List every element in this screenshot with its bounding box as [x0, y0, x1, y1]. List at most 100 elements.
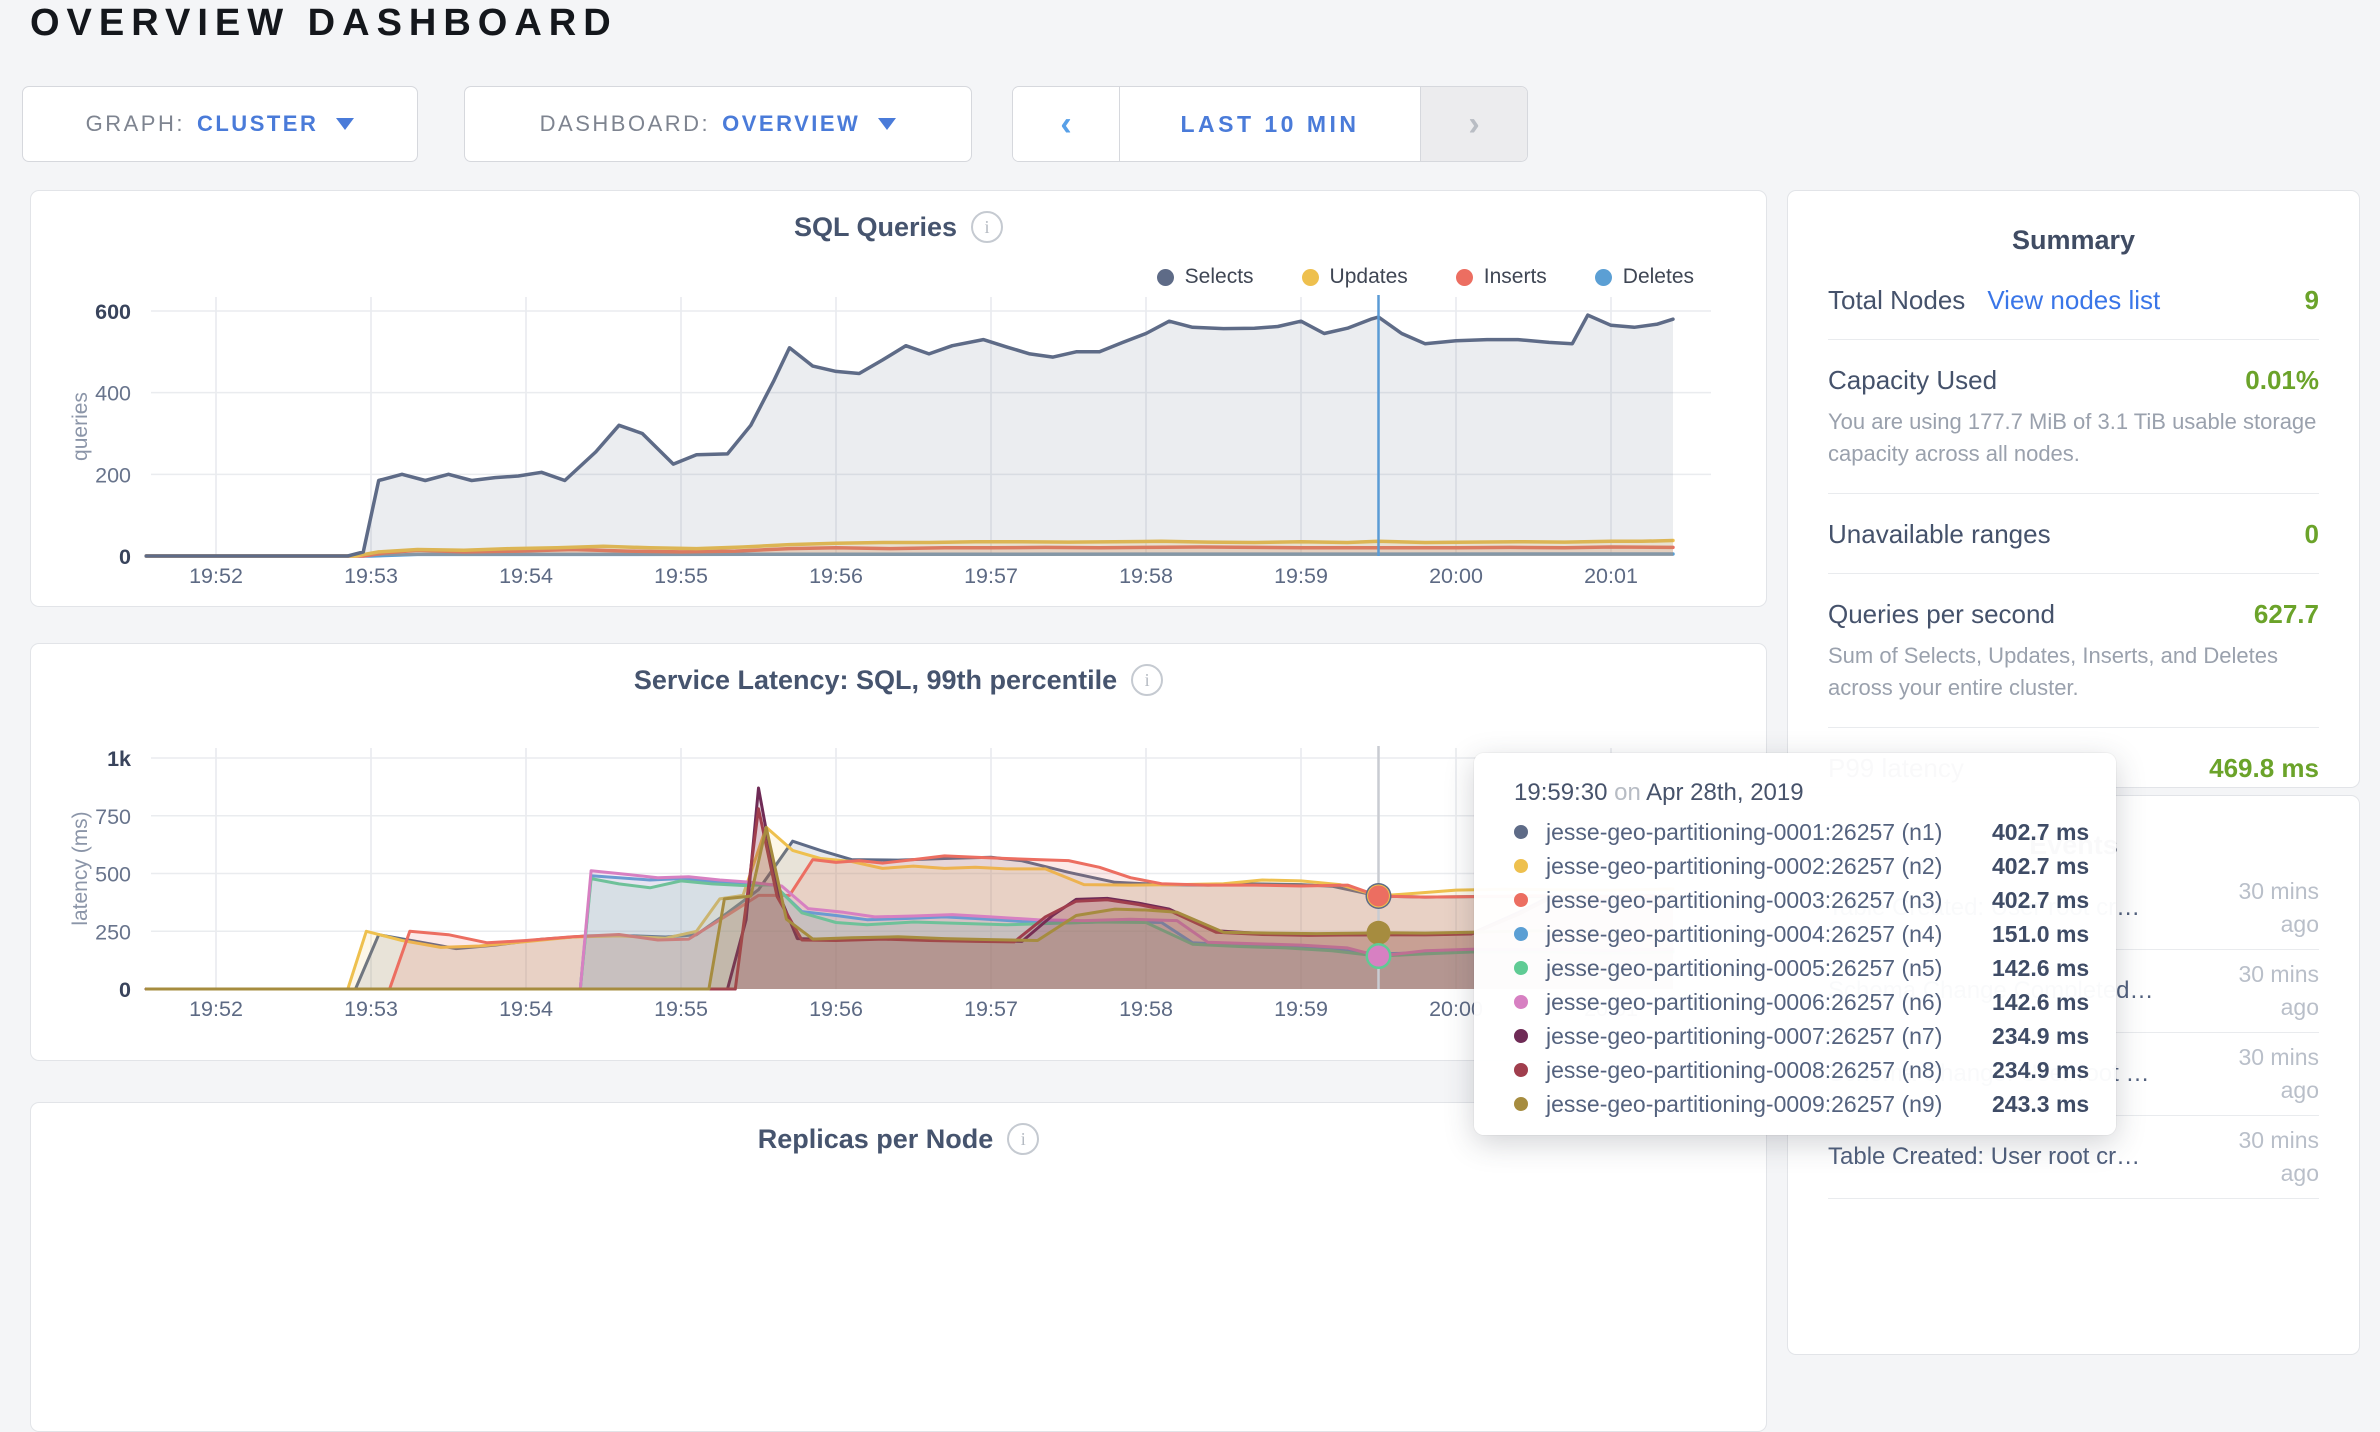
svg-text:19:58: 19:58	[1119, 564, 1173, 588]
svg-text:500: 500	[95, 863, 131, 887]
series-dot-icon	[1514, 825, 1528, 839]
summary-title: Summary	[1788, 225, 2359, 256]
svg-text:600: 600	[95, 300, 131, 324]
svg-text:19:57: 19:57	[964, 564, 1018, 588]
tooltip-row: jesse-geo-partitioning-0003:26257 (n3)40…	[1514, 883, 2116, 917]
svg-text:latency (ms): latency (ms)	[69, 811, 92, 925]
info-icon[interactable]: i	[971, 211, 1003, 243]
summary-value: 469.8 ms	[2209, 753, 2319, 784]
sql-queries-panel: 19:5219:5319:5419:5519:5619:5719:5819:59…	[30, 190, 1767, 607]
svg-text:19:59: 19:59	[1274, 564, 1328, 588]
tooltip-node-name: jesse-geo-partitioning-0003:26257 (n3)	[1546, 887, 1992, 914]
tooltip-latency-value: 234.9 ms	[1992, 1023, 2089, 1050]
tooltip-node-name: jesse-geo-partitioning-0005:26257 (n5)	[1546, 955, 1992, 982]
svg-text:19:55: 19:55	[654, 997, 708, 1021]
tooltip-latency-value: 234.9 ms	[1992, 1057, 2089, 1084]
tooltip-latency-value: 142.6 ms	[1992, 989, 2089, 1016]
page-title: OVERVIEW DASHBOARD	[30, 2, 618, 45]
summary-label: Unavailable ranges	[1828, 519, 2051, 550]
svg-text:19:54: 19:54	[499, 564, 553, 588]
summary-value: 0.01%	[2245, 365, 2319, 396]
tooltip-latency-value: 402.7 ms	[1992, 887, 2089, 914]
tooltip-node-name: jesse-geo-partitioning-0002:26257 (n2)	[1546, 853, 1992, 880]
series-dot-icon	[1514, 1097, 1528, 1111]
svg-text:19:58: 19:58	[1119, 997, 1173, 1021]
summary-desc: Sum of Selects, Updates, Inserts, and De…	[1828, 640, 2319, 704]
event-timestamp: 30 mins ago	[2203, 1124, 2319, 1190]
legend-item-updates[interactable]: Updates	[1302, 265, 1408, 289]
series-dot-icon	[1514, 893, 1528, 907]
svg-text:19:54: 19:54	[499, 997, 553, 1021]
replicas-per-node-title: Replicas per Node	[758, 1124, 994, 1155]
replicas-per-node-panel: Replicas per Node i	[30, 1102, 1767, 1432]
chevron-left-icon: ‹	[1060, 107, 1071, 141]
legend-label: Deletes	[1623, 265, 1694, 289]
summary-value: 0	[2305, 519, 2319, 550]
series-dot-icon	[1514, 859, 1528, 873]
event-text: Table Created: User root cr…	[1828, 1143, 2203, 1171]
graph-dropdown-label: GRAPH:	[86, 111, 185, 137]
tooltip-row: jesse-geo-partitioning-0009:26257 (n9)24…	[1514, 1087, 2116, 1121]
summary-row-total-nodes: Total Nodes View nodes list 9	[1828, 260, 2319, 340]
tooltip-node-name: jesse-geo-partitioning-0009:26257 (n9)	[1546, 1091, 1992, 1118]
sql-queries-title: SQL Queries	[794, 212, 957, 243]
legend-item-deletes[interactable]: Deletes	[1595, 265, 1694, 289]
tooltip-row: jesse-geo-partitioning-0005:26257 (n5)14…	[1514, 951, 2116, 985]
view-nodes-list-link[interactable]: View nodes list	[1987, 285, 2160, 316]
tooltip-row: jesse-geo-partitioning-0001:26257 (n1)40…	[1514, 815, 2116, 849]
tooltip-latency-value: 243.3 ms	[1992, 1091, 2089, 1118]
time-next-button[interactable]: ›	[1421, 87, 1527, 161]
time-range-selector: ‹ LAST 10 MIN ›	[1012, 86, 1528, 162]
graph-dropdown[interactable]: GRAPH: CLUSTER	[22, 86, 418, 162]
tooltip-latency-value: 402.7 ms	[1992, 819, 2089, 846]
summary-row-unavailable-ranges: Unavailable ranges 0	[1828, 494, 2319, 574]
svg-text:200: 200	[95, 463, 131, 487]
tooltip-time: 19:59:30	[1514, 779, 1607, 806]
chevron-down-icon	[878, 118, 896, 130]
svg-text:19:52: 19:52	[189, 997, 243, 1021]
time-range-label[interactable]: LAST 10 MIN	[1119, 87, 1421, 161]
event-timestamp: 30 mins ago	[2203, 1041, 2319, 1107]
legend-item-inserts[interactable]: Inserts	[1456, 265, 1547, 289]
tooltip-node-name: jesse-geo-partitioning-0008:26257 (n8)	[1546, 1057, 1992, 1084]
summary-panel: Summary Total Nodes View nodes list 9 Ca…	[1787, 190, 2360, 788]
updates-dot-icon	[1302, 269, 1319, 286]
legend-label: Selects	[1185, 265, 1254, 289]
svg-text:0: 0	[119, 545, 131, 569]
svg-text:19:56: 19:56	[809, 997, 863, 1021]
info-icon[interactable]: i	[1007, 1123, 1039, 1155]
legend-label: Updates	[1330, 265, 1408, 289]
svg-text:750: 750	[95, 805, 131, 829]
legend-item-selects[interactable]: Selects	[1157, 265, 1254, 289]
series-dot-icon	[1514, 1063, 1528, 1077]
event-timestamp: 30 mins ago	[2203, 958, 2319, 1024]
series-dot-icon	[1514, 961, 1528, 975]
summary-value: 9	[2305, 285, 2319, 316]
svg-text:19:59: 19:59	[1274, 997, 1328, 1021]
summary-desc: You are using 177.7 MiB of 3.1 TiB usabl…	[1828, 406, 2319, 470]
chevron-right-icon: ›	[1468, 107, 1479, 141]
deletes-dot-icon	[1595, 269, 1612, 286]
event-timestamp: 30 mins ago	[2203, 875, 2319, 941]
tooltip-node-name: jesse-geo-partitioning-0007:26257 (n7)	[1546, 1023, 1992, 1050]
summary-row-queries-per-second: Queries per second 627.7 Sum of Selects,…	[1828, 574, 2319, 728]
summary-value: 627.7	[2254, 599, 2319, 630]
tooltip-node-name: jesse-geo-partitioning-0004:26257 (n4)	[1546, 921, 1992, 948]
sql-queries-chart[interactable]: 19:5219:5319:5419:5519:5619:5719:5819:59…	[31, 191, 1766, 606]
dashboard-dropdown-value: OVERVIEW	[722, 111, 860, 137]
svg-text:19:55: 19:55	[654, 564, 708, 588]
tooltip-node-name: jesse-geo-partitioning-0001:26257 (n1)	[1546, 819, 1992, 846]
tooltip-latency-value: 142.6 ms	[1992, 955, 2089, 982]
svg-text:19:57: 19:57	[964, 997, 1018, 1021]
svg-text:19:53: 19:53	[344, 997, 398, 1021]
time-prev-button[interactable]: ‹	[1013, 87, 1119, 161]
tooltip-row: jesse-geo-partitioning-0008:26257 (n8)23…	[1514, 1053, 2116, 1087]
selects-dot-icon	[1157, 269, 1174, 286]
svg-text:400: 400	[95, 382, 131, 406]
series-dot-icon	[1514, 995, 1528, 1009]
sql-legend: Selects Updates Inserts Deletes	[1157, 265, 1694, 289]
info-icon[interactable]: i	[1131, 664, 1163, 696]
tooltip-row: jesse-geo-partitioning-0007:26257 (n7)23…	[1514, 1019, 2116, 1053]
dashboard-dropdown[interactable]: DASHBOARD: OVERVIEW	[464, 86, 972, 162]
tooltip-node-name: jesse-geo-partitioning-0006:26257 (n6)	[1546, 989, 1992, 1016]
